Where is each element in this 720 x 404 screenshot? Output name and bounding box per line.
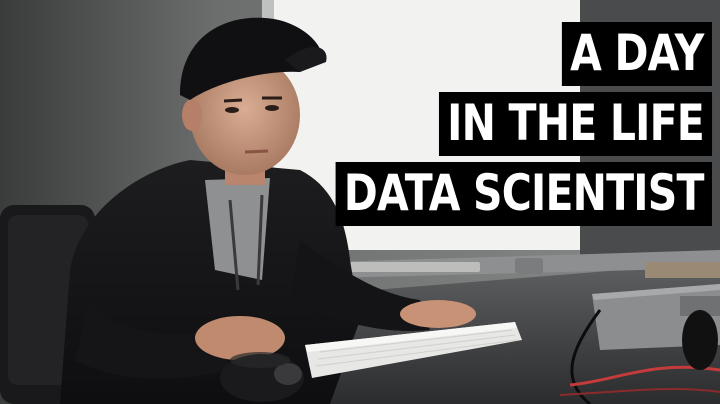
thumbnail: A DAY IN THE LIFE DATA SCIENTIST bbox=[0, 0, 720, 404]
title-line-1: A DAY bbox=[562, 22, 712, 86]
title-line-2: IN THE LIFE bbox=[438, 92, 712, 156]
thumbnail-title: A DAY IN THE LIFE DATA SCIENTIST bbox=[253, 22, 712, 226]
title-line-3: DATA SCIENTIST bbox=[335, 162, 712, 226]
